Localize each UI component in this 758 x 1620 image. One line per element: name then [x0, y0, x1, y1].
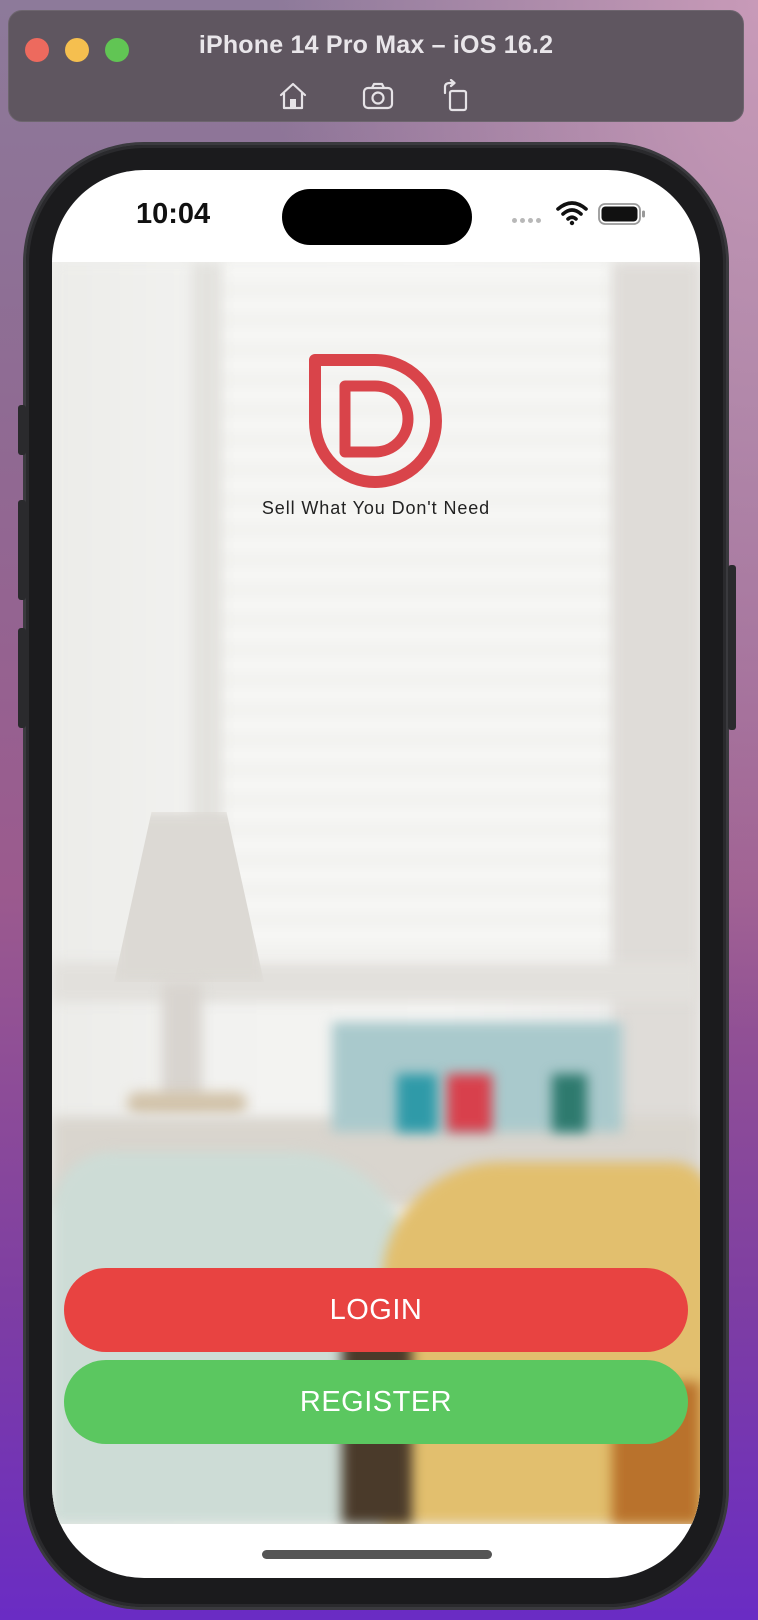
power-button — [728, 565, 736, 730]
simulator-title: iPhone 14 Pro Max – iOS 16.2 — [198, 31, 554, 59]
wifi-icon — [556, 201, 588, 226]
app-tagline: Sell What You Don't Need — [261, 498, 491, 518]
screenshot-button[interactable] — [361, 79, 395, 113]
screenshot-icon — [362, 82, 394, 110]
rotate-icon — [443, 79, 468, 112]
home-icon — [279, 82, 307, 110]
signal-dots-icon — [512, 218, 548, 224]
dynamic-island — [282, 189, 472, 245]
volume-up-button — [18, 500, 26, 600]
simulator-title-bar: iPhone 14 Pro Max – iOS 16.2 — [8, 10, 744, 122]
rotate-button[interactable] — [439, 79, 473, 113]
home-button[interactable] — [276, 79, 310, 113]
login-button[interactable]: LOGIN — [64, 1268, 688, 1352]
volume-down-button — [18, 628, 26, 728]
device-screen: 10:04 Sell What You Don't Need LOGIN REG… — [52, 170, 700, 1578]
register-button[interactable]: REGISTER — [64, 1360, 688, 1444]
status-time: 10:04 — [136, 198, 211, 230]
home-indicator[interactable] — [262, 1550, 492, 1559]
app-logo-icon — [309, 354, 442, 488]
battery-icon — [598, 203, 645, 225]
silent-switch — [18, 405, 26, 455]
app-background-image: Sell What You Don't Need LOGIN REGISTER — [52, 262, 700, 1524]
